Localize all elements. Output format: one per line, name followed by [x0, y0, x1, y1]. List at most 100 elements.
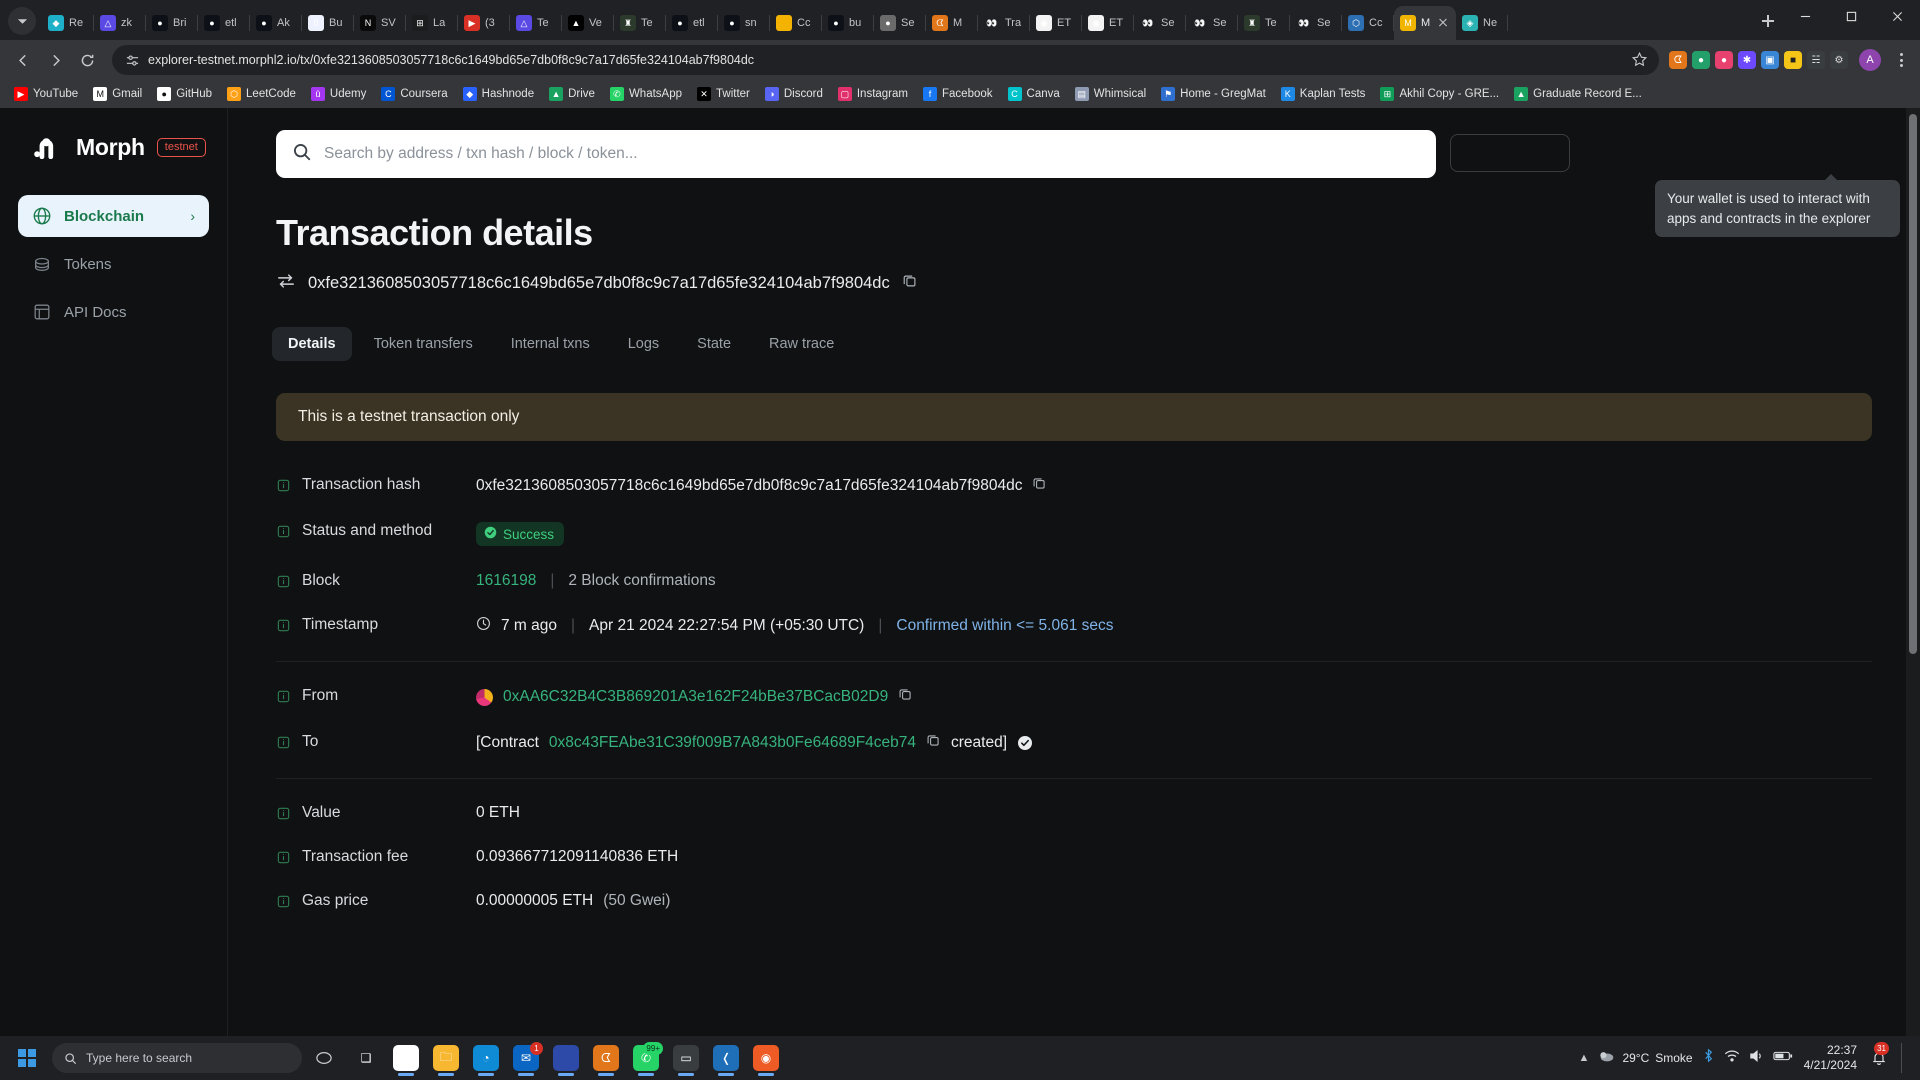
- bookmark-item-2[interactable]: ● GitHub: [151, 84, 218, 104]
- browser-tab-17[interactable]: ᗧM: [926, 6, 978, 40]
- close-tab-icon[interactable]: [1436, 16, 1450, 30]
- extension-icon-3[interactable]: ●: [1715, 51, 1733, 69]
- bookmark-item-14[interactable]: ▤ Whimsical: [1069, 84, 1152, 104]
- copy-icon[interactable]: [902, 273, 918, 294]
- bookmark-item-7[interactable]: ▲ Drive: [543, 84, 601, 104]
- wifi-icon[interactable]: [1724, 1049, 1740, 1068]
- info-icon[interactable]: [276, 524, 291, 539]
- browser-tab-22[interactable]: 👀 Se: [1186, 6, 1238, 40]
- extension-icon-5[interactable]: ▣: [1761, 51, 1779, 69]
- copy-icon[interactable]: [898, 687, 913, 707]
- taskbar-clock[interactable]: 22:37 4/21/2024: [1804, 1043, 1857, 1073]
- browser-tab-10[interactable]: ▲ Ve: [562, 6, 614, 40]
- bookmark-item-11[interactable]: ▢ Instagram: [832, 84, 914, 104]
- to-address-link[interactable]: 0x8c43FEAbe31C39f009B7A843b0Fe64689F4ceb…: [549, 734, 916, 752]
- volume-icon[interactable]: [1749, 1049, 1764, 1068]
- tray-chevron-up-icon[interactable]: ▲: [1579, 1052, 1590, 1064]
- weather-widget[interactable]: 29°C Smoke: [1598, 1050, 1693, 1067]
- browser-tab-8[interactable]: ▶ (3: [458, 6, 510, 40]
- site-settings-icon[interactable]: [124, 52, 140, 68]
- info-icon[interactable]: [276, 618, 291, 633]
- bookmark-item-17[interactable]: ⊞ Akhil Copy - GRE...: [1374, 84, 1505, 104]
- browser-tab-19[interactable]: ◉ ET: [1030, 6, 1082, 40]
- browser-tab-12[interactable]: ● etl: [666, 6, 718, 40]
- connect-wallet-button[interactable]: [1450, 134, 1570, 172]
- sidebar-item-api-docs[interactable]: API Docs: [18, 291, 209, 333]
- browser-tab-23[interactable]: ♜ Te: [1238, 6, 1290, 40]
- bookmark-item-13[interactable]: C Canva: [1002, 84, 1066, 104]
- page-tab-internal-txns[interactable]: Internal txns: [495, 327, 606, 361]
- bookmark-item-10[interactable]: ◑ Discord: [759, 84, 829, 104]
- show-desktop-button[interactable]: [1901, 1043, 1906, 1073]
- info-icon[interactable]: [276, 574, 291, 589]
- page-tab-details[interactable]: Details: [272, 327, 352, 361]
- browser-tab-2[interactable]: ● Bri: [146, 6, 198, 40]
- taskbar-app-terminal[interactable]: ▭: [666, 1038, 706, 1078]
- bookmark-item-16[interactable]: K Kaplan Tests: [1275, 84, 1372, 104]
- browser-tab-1[interactable]: △ zk: [94, 6, 146, 40]
- page-scrollbar[interactable]: [1906, 108, 1920, 1036]
- extension-icon-6[interactable]: ■: [1784, 51, 1802, 69]
- bookmark-item-0[interactable]: ▶ YouTube: [8, 84, 84, 104]
- taskbar-app-morph-explorer[interactable]: [546, 1038, 586, 1078]
- extension-icon-8[interactable]: ⚙: [1830, 51, 1848, 69]
- brand[interactable]: Morph testnet: [34, 134, 209, 161]
- forward-button[interactable]: [40, 45, 70, 75]
- taskbar-app-file-explorer[interactable]: 🗀: [426, 1038, 466, 1078]
- taskbar-app-task-view[interactable]: ❑: [346, 1038, 386, 1078]
- bookmark-star-icon[interactable]: [1631, 51, 1649, 69]
- browser-tab-14[interactable]: Cc: [770, 6, 822, 40]
- bluetooth-icon[interactable]: [1702, 1048, 1715, 1068]
- page-tab-raw-trace[interactable]: Raw trace: [753, 327, 850, 361]
- browser-tab-20[interactable]: ◉ ET: [1082, 6, 1134, 40]
- copy-icon[interactable]: [926, 733, 941, 753]
- scrollbar-thumb[interactable]: [1909, 114, 1917, 654]
- browser-tab-24[interactable]: 👀 Se: [1290, 6, 1342, 40]
- new-tab-button[interactable]: [1754, 7, 1782, 35]
- search-input[interactable]: Search by address / txn hash / block / t…: [276, 130, 1436, 178]
- extension-icon-4[interactable]: ✱: [1738, 51, 1756, 69]
- browser-tab-9[interactable]: △ Te: [510, 6, 562, 40]
- page-tab-logs[interactable]: Logs: [612, 327, 675, 361]
- browser-tab-0[interactable]: ◆ Re: [42, 6, 94, 40]
- taskbar-app-vs-code[interactable]: ❬: [706, 1038, 746, 1078]
- info-icon[interactable]: [276, 806, 291, 821]
- browser-tab-3[interactable]: ● etl: [198, 6, 250, 40]
- bookmark-item-5[interactable]: C Coursera: [375, 84, 453, 104]
- bookmark-item-9[interactable]: ✕ Twitter: [691, 84, 756, 104]
- close-window-button[interactable]: [1874, 0, 1920, 32]
- tab-search-button[interactable]: [8, 7, 36, 35]
- browser-tab-16[interactable]: ● Se: [874, 6, 926, 40]
- browser-tab-active[interactable]: ΜM: [1394, 6, 1456, 40]
- info-icon[interactable]: [276, 689, 291, 704]
- bookmark-item-4[interactable]: û Udemy: [305, 84, 372, 104]
- maximize-button[interactable]: [1828, 0, 1874, 32]
- battery-icon[interactable]: [1772, 1049, 1793, 1067]
- browser-tab-7[interactable]: ⊞ La: [406, 6, 458, 40]
- browser-tab-11[interactable]: ♜ Te: [614, 6, 666, 40]
- chrome-menu-button[interactable]: [1890, 49, 1912, 71]
- extension-icon-2[interactable]: ●: [1692, 51, 1710, 69]
- browser-tab-15[interactable]: ● bu: [822, 6, 874, 40]
- extension-icon-7[interactable]: ☵: [1807, 51, 1825, 69]
- page-tab-state[interactable]: State: [681, 327, 747, 361]
- browser-tab-last[interactable]: ◈ Ne: [1456, 6, 1508, 40]
- profile-avatar[interactable]: A: [1859, 49, 1881, 71]
- bookmark-item-12[interactable]: f Facebook: [917, 84, 999, 104]
- taskbar-app-mail[interactable]: ✉ 1: [506, 1038, 546, 1078]
- page-tab-token-transfers[interactable]: Token transfers: [358, 327, 489, 361]
- info-icon[interactable]: [276, 894, 291, 909]
- info-icon[interactable]: [276, 850, 291, 865]
- browser-tab-6[interactable]: N SV: [354, 6, 406, 40]
- address-bar[interactable]: explorer-testnet.morphl2.io/tx/0xfe32136…: [112, 45, 1659, 75]
- sidebar-item-tokens[interactable]: Tokens: [18, 243, 209, 285]
- browser-tab-21[interactable]: 👀 Se: [1134, 6, 1186, 40]
- bookmark-item-6[interactable]: ◆ Hashnode: [457, 84, 540, 104]
- taskbar-app-microsoft-edge[interactable]: ◔: [466, 1038, 506, 1078]
- reload-button[interactable]: [72, 45, 102, 75]
- notification-center-icon[interactable]: 31: [1866, 1038, 1892, 1078]
- info-icon[interactable]: [276, 478, 291, 493]
- back-button[interactable]: [8, 45, 38, 75]
- taskbar-app-metamask[interactable]: ᗧ: [586, 1038, 626, 1078]
- taskbar-search-input[interactable]: Type here to search: [52, 1043, 302, 1073]
